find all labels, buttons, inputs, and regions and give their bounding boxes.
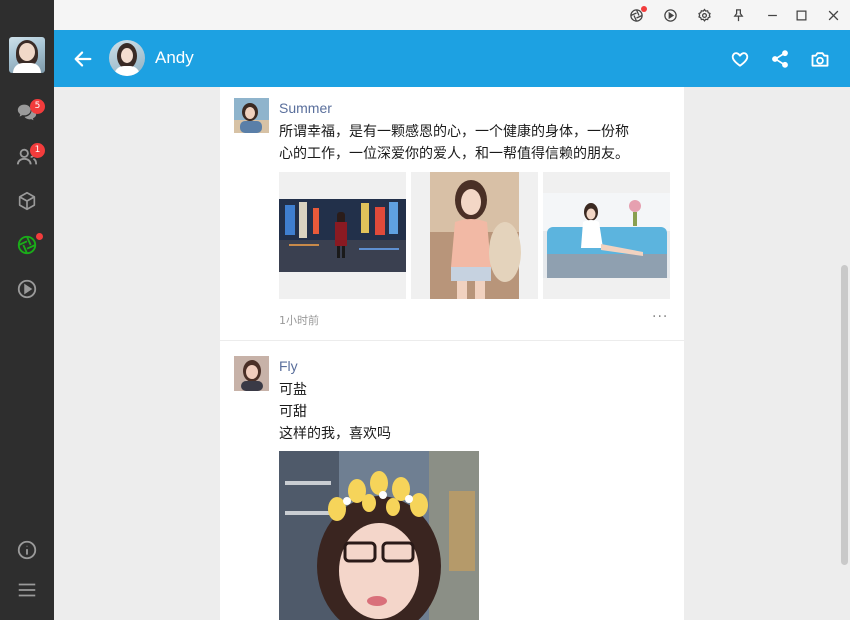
post-text-line: 可盐 [279,382,307,398]
contact-name: Andy [155,48,194,67]
post-image[interactable] [411,172,538,299]
post-divider [220,340,684,341]
avatar-image [234,356,269,391]
play-icon [663,8,677,22]
moments-dot [36,233,43,240]
city-night-photo [279,172,406,299]
post-author[interactable]: Summer [279,100,332,116]
camera-button[interactable] [810,49,830,69]
titlebar-pin-button[interactable] [728,5,748,25]
post-more-button[interactable]: ··· [652,309,668,325]
post-text-line: 这样的我，喜欢吗 [279,426,391,442]
app-window: 5 1 Andy Summer 所谓幸福，是有一颗感恩的心，一个健康的身体，一份… [0,0,850,620]
chat-badge: 5 [30,99,45,114]
post-image[interactable] [543,172,670,299]
post-author[interactable]: Fly [279,358,298,374]
avatar-image [234,98,269,133]
post-text-line: 可甜 [279,404,307,420]
minimize-button[interactable] [762,5,782,25]
titlebar-notification-dot [641,6,647,12]
camera-icon [811,52,829,67]
post-image[interactable] [279,172,406,299]
moments-feed: Summer 所谓幸福，是有一颗感恩的心，一个健康的身体，一份称 心的工作，一位… [220,87,684,620]
post-image[interactable] [279,451,479,620]
pin-icon [733,8,743,21]
close-icon [828,10,838,20]
sofa-photo [543,172,670,299]
moments-header: Andy [54,30,850,87]
sidebar-item-about[interactable] [15,538,39,562]
sidebar-item-videos[interactable] [15,277,39,301]
share-button[interactable] [770,49,790,69]
portrait-photo [411,172,538,299]
aperture-icon [17,235,37,255]
play-icon [17,279,37,299]
post-avatar[interactable] [234,98,269,133]
sidebar-item-favorites[interactable] [15,189,39,213]
post-text: 所谓幸福，是有一颗感恩的心，一个健康的身体，一份称 心的工作，一位深爱你的爱人，… [279,121,674,165]
menu-icon [18,583,36,597]
sidebar-item-menu[interactable] [15,578,39,602]
titlebar-settings-button[interactable] [694,5,714,25]
sidebar: 5 1 [0,0,54,620]
share-icon [772,50,788,68]
post-text-line: 心的工作，一位深爱你的爱人，和一帮值得信赖的朋友。 [279,146,629,162]
post-avatar[interactable] [234,356,269,391]
window-titlebar [54,0,850,30]
maximize-button[interactable] [791,5,811,25]
user-avatar[interactable] [9,37,45,73]
contact-avatar[interactable] [109,40,145,76]
settings-icon [697,8,711,22]
info-icon [17,540,37,560]
titlebar-play-button[interactable] [660,5,680,25]
close-button[interactable] [823,5,843,25]
like-button[interactable] [730,49,750,69]
cube-icon [18,191,36,211]
back-arrow-icon[interactable] [72,48,94,70]
post-text: 可盐 可甜 这样的我，喜欢吗 [279,379,674,445]
heart-icon [731,52,749,67]
post-text-line: 所谓幸福，是有一颗感恩的心，一个健康的身体，一份称 [279,124,629,140]
contacts-badge: 1 [30,143,45,158]
scrollbar-thumb[interactable] [841,265,848,565]
minimize-icon [767,14,777,16]
post-timestamp: 1小时前 [279,314,319,327]
selfie-photo [279,451,479,620]
maximize-icon [796,10,806,20]
